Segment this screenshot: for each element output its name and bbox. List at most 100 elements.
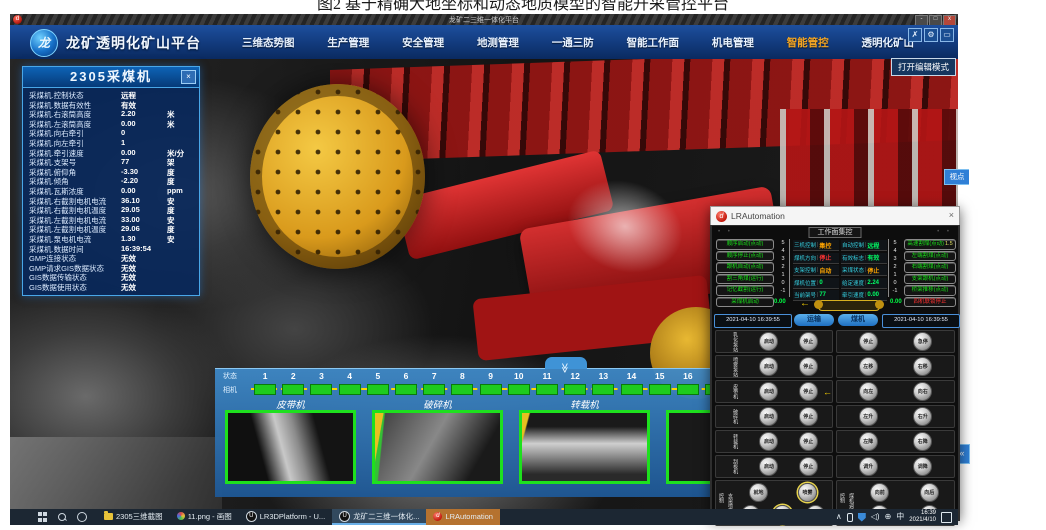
lr-mode-button[interactable]: 顺序停止(点动)	[716, 251, 774, 262]
gear-icon[interactable]: ⚙	[924, 28, 938, 42]
status-square[interactable]	[677, 384, 699, 395]
control-button[interactable]: 右移	[913, 357, 932, 376]
panel-close-icon[interactable]: ×	[181, 70, 196, 84]
search-icon[interactable]	[58, 513, 67, 522]
taskbar-item[interactable]: U龙矿二三维一体化...	[332, 509, 426, 525]
lr-mode-button[interactable]: 高速割煤(点动)1.5	[904, 239, 956, 250]
collapse-strip-button[interactable]: ≪	[545, 357, 587, 369]
control-button[interactable]: 停止	[799, 457, 818, 476]
transport-pill-button[interactable]: 运输	[794, 314, 834, 326]
lr-mode-button[interactable]: 跟机自动(点动)	[716, 262, 774, 273]
security-shield-icon[interactable]	[858, 513, 866, 522]
tray-chevron-icon[interactable]: ∧	[836, 509, 842, 525]
control-button[interactable]: 停止	[799, 332, 818, 351]
control-button[interactable]: 右升	[913, 407, 932, 426]
nav-item[interactable]: 智能工作面	[627, 35, 680, 50]
lr-mode-button[interactable]: 桥架推移(点动)	[904, 285, 956, 296]
status-square[interactable]	[310, 384, 332, 395]
control-button[interactable]: 急停	[913, 332, 932, 351]
control-button[interactable]: 调降	[913, 457, 932, 476]
taskbar-item[interactable]: ULR3DPlatform - U...	[239, 509, 332, 525]
control-button[interactable]: 喷雾	[798, 483, 817, 502]
lr-mode-button[interactable]: 记忆截割(运行)	[716, 285, 774, 296]
lr-mode-button[interactable]: 四机联锁停止	[904, 297, 956, 308]
lr-mode-button[interactable]: 顺序启动(点动)	[716, 239, 774, 250]
control-button[interactable]: 左升	[859, 407, 878, 426]
lr-mode-button[interactable]: 采煤机启动	[716, 297, 774, 308]
control-button[interactable]: 调升	[859, 457, 878, 476]
nav-item[interactable]: 三维态势图	[242, 35, 295, 50]
lr-close-icon[interactable]: ×	[949, 210, 954, 220]
cortana-icon[interactable]	[77, 512, 87, 522]
viewpoint-tab[interactable]: 视点	[944, 169, 969, 185]
nav-item[interactable]: 透明化矿山	[862, 35, 915, 50]
status-square[interactable]	[508, 384, 530, 395]
lr-mode-button[interactable]: 右端割煤(点动)	[904, 262, 956, 273]
nav-item[interactable]: 生产管理	[327, 35, 369, 50]
nav-item[interactable]: 智能管控	[787, 35, 829, 50]
control-button[interactable]: 向左	[859, 382, 878, 401]
control-button[interactable]: 启动	[759, 357, 778, 376]
control-button[interactable]: 启动	[759, 407, 778, 426]
speaker-icon[interactable]: ◁)	[871, 509, 880, 525]
nav-item[interactable]: 地测管理	[477, 35, 519, 50]
status-square[interactable]	[254, 384, 276, 395]
control-button[interactable]: 启动	[759, 432, 778, 451]
network-globe-icon[interactable]: ⊕	[885, 509, 892, 525]
workface-control-tab[interactable]: 工作面集控	[809, 227, 862, 238]
camera-view[interactable]	[225, 410, 356, 484]
lr-mode-button[interactable]: 左端割煤(点动)	[904, 251, 956, 262]
status-square[interactable]	[536, 384, 558, 395]
camera-view[interactable]	[372, 410, 503, 484]
wrench-icon[interactable]: ✗	[908, 28, 922, 42]
taskbar-item[interactable]: 11.png - 画图	[170, 509, 239, 525]
status-square[interactable]	[423, 384, 445, 395]
status-square[interactable]	[451, 384, 473, 395]
lr-mode-button[interactable]: 割三角煤(运行)	[716, 274, 774, 285]
control-button[interactable]: 向前	[870, 483, 889, 502]
taskbar-item[interactable]: dLRAutomation	[426, 509, 500, 525]
nav-item[interactable]: 安全管理	[402, 35, 444, 50]
control-button[interactable]: 向右	[913, 382, 932, 401]
nav-item[interactable]: 一通三防	[552, 35, 594, 50]
status-square[interactable]	[592, 384, 614, 395]
camera-view[interactable]	[519, 410, 650, 484]
device-data-rows: 采煤机.控制状态远程采煤机.数据有效性有效采煤机.右滚筒高度2.20米采煤机.左…	[23, 88, 199, 291]
status-square[interactable]	[282, 384, 304, 395]
ime-indicator[interactable]: 中	[896, 509, 904, 525]
shearer-pill-button[interactable]: 煤机	[838, 314, 878, 326]
control-button[interactable]: 启动	[759, 457, 778, 476]
field-label: 采煤状态	[841, 266, 864, 274]
status-square[interactable]	[339, 384, 361, 395]
status-square[interactable]	[564, 384, 586, 395]
control-button[interactable]: 向后	[920, 483, 939, 502]
control-button[interactable]: 就地	[749, 483, 768, 502]
control-button[interactable]: 停止	[799, 407, 818, 426]
row-value: 36.10	[121, 196, 140, 205]
open-edit-mode-button[interactable]: 打开编辑模式	[891, 58, 956, 76]
microphone-icon[interactable]	[847, 513, 853, 522]
control-button[interactable]: 停止	[799, 357, 818, 376]
camera-status-cell	[364, 384, 392, 395]
control-button[interactable]: 启动	[759, 332, 778, 351]
control-button[interactable]: 左移	[859, 357, 878, 376]
lr-mode-button[interactable]: 支架跟机(点动)	[904, 274, 956, 285]
monitor-icon[interactable]: ▭	[940, 28, 954, 42]
control-button[interactable]: 左降	[859, 432, 878, 451]
control-button[interactable]: 停止	[799, 432, 818, 451]
control-button[interactable]: 停止	[859, 332, 878, 351]
status-square[interactable]	[395, 384, 417, 395]
control-button[interactable]: 右降	[913, 432, 932, 451]
nav-item[interactable]: 机电管理	[712, 35, 754, 50]
start-button[interactable]	[38, 512, 48, 522]
left-scale-value: 0.00	[774, 299, 786, 305]
clock[interactable]: 16:39 2021/4/10	[909, 510, 936, 524]
control-button[interactable]: 启动	[759, 382, 778, 401]
control-button[interactable]: 停止	[799, 382, 818, 401]
status-square[interactable]	[621, 384, 643, 395]
status-square[interactable]	[367, 384, 389, 395]
notification-icon[interactable]	[941, 512, 952, 523]
status-square[interactable]	[480, 384, 502, 395]
status-square[interactable]	[649, 384, 671, 395]
taskbar-item[interactable]: 2305三维截图	[97, 509, 170, 525]
